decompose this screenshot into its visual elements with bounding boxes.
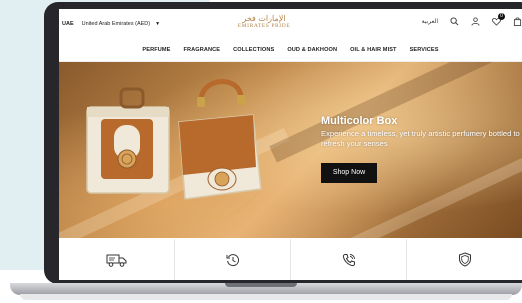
logo-english: EMIRATES PRIDE <box>237 23 291 29</box>
chevron-down-icon: ▼ <box>155 21 161 27</box>
shop-now-button[interactable]: Shop Now <box>321 163 377 183</box>
currency-code: UAE <box>62 21 74 27</box>
user-icon[interactable] <box>471 17 480 26</box>
wishlist-heart-icon[interactable]: 0 <box>492 13 505 26</box>
search-icon[interactable] <box>450 17 459 26</box>
main-navigation: PERFUME FRAGRANCE COLLECTIONS OUD & DAKH… <box>59 39 522 62</box>
site-logo[interactable]: الإمارات فخر EMIRATES PRIDE <box>229 14 299 30</box>
shield-icon <box>458 252 471 267</box>
feature-secure <box>407 239 522 280</box>
history-clock-icon <box>226 253 239 266</box>
features-row <box>59 239 522 280</box>
nav-item-collections[interactable]: COLLECTIONS <box>233 47 274 53</box>
hero-banner: Multicolor Box Experience a timeless, ye… <box>59 62 522 238</box>
nav-item-oud-dakhoon[interactable]: OUD & DAKHOON <box>287 47 337 53</box>
feature-delivery <box>59 239 175 280</box>
fabric-fold <box>308 147 522 238</box>
nav-item-oil-hair-mist[interactable]: OIL & HAIR MIST <box>350 47 396 53</box>
nav-item-fragrance[interactable]: FRAGRANCE <box>183 47 220 53</box>
region-label: United Arab Emirates (AED) <box>81 21 151 27</box>
laptop-notch <box>225 283 297 287</box>
logo-arabic: الإمارات فخر <box>242 14 286 23</box>
top-bar: UAE United Arab Emirates (AED) ▼ الإمارا… <box>59 9 522 39</box>
header-actions: العربية 0 <box>422 13 522 26</box>
hero-subtitle: Experience a timeless, yet truly artisti… <box>321 129 520 148</box>
cart-bag-icon[interactable] <box>513 17 522 26</box>
language-link[interactable]: العربية <box>422 18 438 25</box>
laptop-shadow <box>20 294 512 300</box>
wishlist-count-badge: 0 <box>498 13 505 20</box>
hero-title: Multicolor Box <box>321 115 398 127</box>
nav-item-perfume[interactable]: PERFUME <box>142 47 170 53</box>
delivery-truck-icon <box>106 254 126 267</box>
feature-returns <box>175 239 291 280</box>
nav-item-services[interactable]: SERVICES <box>410 47 439 53</box>
feature-support <box>291 239 407 280</box>
region-selector[interactable]: UAE United Arab Emirates (AED) ▼ <box>59 21 160 27</box>
product-image <box>86 79 262 220</box>
hero-text: Multicolor Box Experience a timeless, ye… <box>321 115 521 149</box>
laptop-screen: UAE United Arab Emirates (AED) ▼ الإمارا… <box>59 9 522 280</box>
phone-support-icon <box>342 253 355 266</box>
